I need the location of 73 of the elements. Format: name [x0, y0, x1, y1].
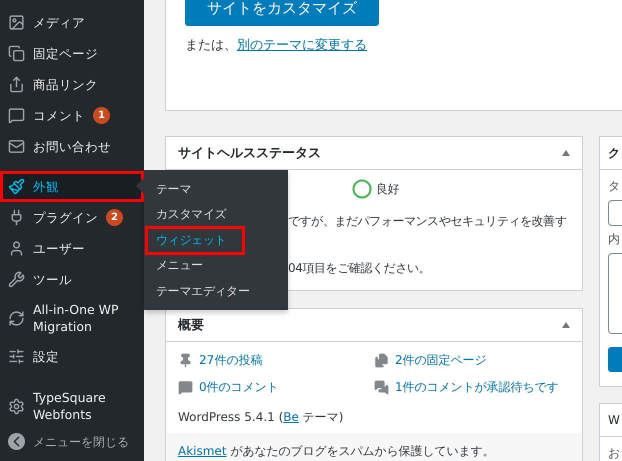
count-badge: 2 — [106, 209, 123, 226]
or-text: または、 — [185, 38, 237, 53]
stat-link[interactable]: 1件のコメントが承認待ちです — [374, 379, 570, 396]
sidebar-item[interactable]: メディア — [0, 7, 144, 38]
health-text: ですが、まだパフォーマンスやセキュリティを改善す — [288, 213, 568, 229]
comments-icon — [374, 380, 389, 395]
media-icon — [8, 14, 25, 31]
collapse-toggle-icon[interactable] — [562, 150, 570, 156]
sidebar-item[interactable]: All-in-One WP Migration — [0, 295, 144, 341]
paintbrush-icon — [8, 178, 25, 195]
akismet-text: Akismet があなたのブログをスパムから保護しています。 — [166, 434, 582, 461]
sidebar-label: 外観 — [33, 178, 59, 195]
sidebar-label: All-in-One WP Migration — [33, 301, 120, 335]
status-ring-icon — [352, 179, 372, 199]
card-title: ク — [608, 144, 620, 162]
collapse-menu-button[interactable]: メニューを閉じる — [0, 429, 144, 454]
sidebar-item[interactable]: プラグイン 2 — [0, 202, 144, 233]
field-label: 内 — [608, 231, 621, 248]
sidebar-label: TypeSquare Webfonts — [33, 389, 107, 423]
pages-icon — [374, 353, 389, 368]
sidebar-item[interactable]: 外観 — [0, 171, 144, 202]
sidebar-item[interactable]: 固定ページ — [0, 38, 144, 69]
sidebar-item[interactable]: ツール — [0, 264, 144, 295]
share-icon — [8, 76, 25, 93]
sidebar-label: ユーザー — [33, 240, 85, 257]
card-title: サイトヘルスステータス — [178, 145, 321, 162]
theme-link[interactable]: Be — [283, 410, 299, 424]
card-title: 概要 — [178, 317, 204, 334]
sidebar-item[interactable]: コメント 1 — [0, 100, 144, 131]
gear-icon — [8, 398, 25, 414]
sidebar-item[interactable]: 設定 — [0, 341, 144, 372]
status-label: 良好 — [376, 180, 400, 198]
sidebar-label: お問い合わせ — [33, 138, 111, 155]
health-text: 04項目をご確認ください。 — [288, 260, 432, 276]
sidebar-label: ツール — [33, 271, 72, 288]
refresh-icon — [8, 310, 25, 326]
mail-icon — [8, 138, 25, 155]
sidebar-item[interactable]: お問い合わせ — [0, 131, 144, 162]
pages-icon — [8, 45, 25, 62]
field-label: タ — [608, 178, 621, 195]
submenu-item[interactable]: ウィジェット — [147, 228, 243, 254]
stat-link[interactable]: 2件の固定ページ — [374, 352, 570, 369]
sidebar-label: プラグイン — [33, 209, 98, 226]
stat-link[interactable]: 0件のコメント — [178, 379, 374, 396]
stat-link[interactable]: 27件の投稿 — [178, 352, 374, 369]
sidebar-label: 設定 — [33, 348, 59, 365]
events-text: お — [608, 445, 621, 461]
sidebar-item[interactable]: ユーザー — [0, 233, 144, 264]
collapse-label: メニューを閉じる — [33, 434, 129, 450]
sidebar-label: コメント — [33, 107, 85, 124]
version-text: WordPress 5.4.1 (Be テーマ) — [178, 409, 344, 426]
comment-icon — [8, 107, 25, 124]
submenu-item[interactable]: カスタマイズ — [144, 202, 288, 228]
wrench-icon — [8, 271, 25, 288]
sidebar-label: メディア — [33, 14, 85, 31]
customize-button[interactable]: サイトをカスタマイズ — [185, 0, 379, 26]
collapse-toggle-icon[interactable] — [562, 322, 570, 328]
collapse-icon — [8, 433, 25, 450]
comment-icon — [178, 380, 193, 395]
submenu-item[interactable]: テーマ — [144, 177, 288, 202]
submenu-item[interactable]: メニュー — [144, 253, 288, 279]
change-theme-link[interactable]: 別のテーマに変更する — [237, 38, 367, 53]
akismet-link[interactable]: Akismet — [178, 444, 227, 458]
sidebar-item[interactable]: 商品リンク — [0, 69, 144, 100]
sidebar-label: 固定ページ — [33, 45, 98, 62]
sidebar-item[interactable]: TypeSquare Webfonts — [0, 383, 144, 429]
sliders-icon — [8, 348, 25, 365]
card-title: W — [608, 413, 620, 427]
user-icon — [8, 240, 25, 257]
sidebar-label: 商品リンク — [33, 76, 98, 93]
count-badge: 1 — [93, 107, 110, 124]
pin-icon — [178, 353, 193, 368]
submenu-item[interactable]: テーマエディター — [144, 278, 288, 304]
